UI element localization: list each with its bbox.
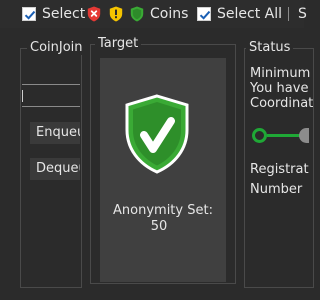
anonymity-set-value: 50 xyxy=(150,219,168,234)
checkmark-icon xyxy=(199,10,211,20)
toolbar-separator xyxy=(288,7,289,21)
input-underline xyxy=(22,106,80,107)
password-input[interactable] xyxy=(22,84,80,106)
select-all-checkbox[interactable] xyxy=(197,7,211,21)
registration-text: Registrat xyxy=(250,162,309,177)
dequeue-button[interactable]: Dequeue xyxy=(30,158,80,180)
number-text: Number xyxy=(250,182,303,197)
target-group-title: Target xyxy=(95,36,142,51)
select-label: Select xyxy=(42,6,86,22)
select-all-label: Select All xyxy=(217,6,282,22)
phase-progress-line xyxy=(267,134,301,137)
enqueue-button[interactable]: Enqueue xyxy=(30,122,80,144)
coinjoin-group-title: CoinJoin xyxy=(27,40,85,55)
you-have-text: You have xyxy=(250,81,309,96)
anonymity-set-label: Anonymity Set: xyxy=(113,203,213,218)
coordinator-text: Coordinat xyxy=(250,96,314,111)
phase-indicator-node xyxy=(299,128,309,143)
yellow-shield-icon[interactable] xyxy=(109,6,123,22)
red-shield-icon[interactable] xyxy=(87,6,101,22)
green-shield-check-icon xyxy=(125,94,189,174)
coins-label: Coins xyxy=(150,6,189,22)
green-shield-icon[interactable] xyxy=(130,6,144,22)
checkmark-icon xyxy=(24,10,36,20)
status-group-title: Status xyxy=(246,40,294,55)
text-caret xyxy=(22,90,23,102)
phase-indicator-node xyxy=(252,128,267,143)
truncated-label: S xyxy=(298,6,307,22)
minimum-amount-text: Minimum xyxy=(250,66,311,81)
select-checkbox[interactable] xyxy=(22,7,36,21)
